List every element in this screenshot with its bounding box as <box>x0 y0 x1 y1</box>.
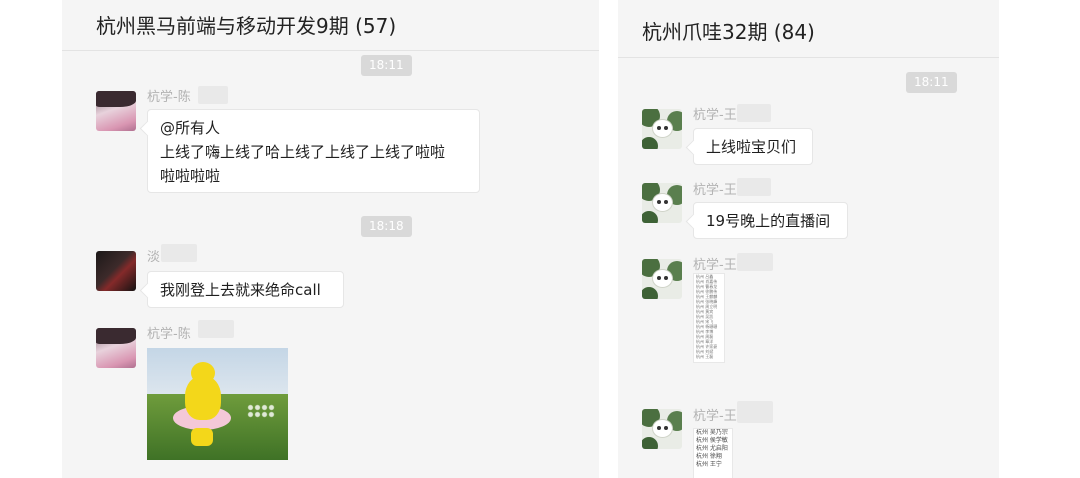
chat-header: 杭州爪哇32期 (84) <box>618 0 999 58</box>
chat-header: 杭州黑马前端与移动开发9期 (57) <box>62 0 599 51</box>
chat-window-right: 杭州爪哇32期 (84) 18:11 杭学-王 上线啦宝贝们 杭学-王 19号晚… <box>618 0 999 478</box>
redacted-name <box>737 178 771 196</box>
message-text-line: 19号晚上的直播间 <box>706 212 831 230</box>
redacted-name <box>198 320 234 338</box>
list-row: 杭州 吴乃宗 <box>696 429 728 436</box>
redacted-name <box>737 104 771 122</box>
redacted-name <box>161 244 197 262</box>
name-list-image[interactable]: 杭州 吕鑫 杭州 肖嘉伟 杭州 曹春龙 杭州 徐鹏伟 杭州 王麒麟 杭州 张晓峰 杭州 … <box>693 273 725 363</box>
message-text-line: 我刚登上去就来绝命call <box>160 281 321 299</box>
chat-title: 杭州爪哇32期 (84) <box>642 20 815 44</box>
avatar[interactable] <box>642 409 682 449</box>
sender-name: 杭学-王 <box>693 409 737 424</box>
list-row: 杭州 尤启阳 <box>696 445 728 452</box>
message-timestamp: 18:11 <box>361 55 412 76</box>
avatar[interactable] <box>642 109 682 149</box>
message-bubble[interactable]: 上线啦宝贝们 <box>693 128 813 165</box>
avatar[interactable] <box>96 328 136 368</box>
message-bubble[interactable]: 我刚登上去就来绝命call <box>147 271 344 308</box>
message-timestamp: 18:11 <box>906 72 957 93</box>
list-row: 杭州 徐翔 <box>696 453 722 460</box>
name-list-image[interactable]: 杭州 吴乃宗 杭州 侯学敏 杭州 尤启阳 杭州 徐翔 杭州 王宁 <box>693 428 733 478</box>
sender-name: 杭学-陈 <box>147 90 191 105</box>
message-timestamp: 18:18 <box>361 216 412 237</box>
message-text-line: 啦啦啦啦 <box>160 167 221 185</box>
list-row: 杭州 王宁 <box>696 461 722 468</box>
avatar[interactable] <box>96 251 136 291</box>
chat-title: 杭州黑马前端与移动开发9期 (57) <box>96 14 397 38</box>
sender-name: 杭学-王 <box>693 183 737 198</box>
redacted-name <box>737 401 773 423</box>
teletubby-dancing-image[interactable] <box>147 348 288 460</box>
sender-name: 杭学-王 <box>693 108 737 123</box>
avatar[interactable] <box>642 259 682 299</box>
message-text-line: @所有人 <box>160 119 221 137</box>
avatar[interactable] <box>96 91 136 131</box>
avatar[interactable] <box>642 183 682 223</box>
message-text-line: 上线啦宝贝们 <box>706 138 797 156</box>
sender-name: 淡 <box>147 250 161 265</box>
message-bubble[interactable]: @所有人 上线了嗨上线了哈上线了上线了上线了啦啦 啦啦啦啦 <box>147 109 480 193</box>
message-bubble[interactable]: 19号晚上的直播间 <box>693 202 848 239</box>
list-row: 杭州 侯学敏 <box>696 437 728 444</box>
sender-name: 杭学-王 <box>693 258 737 273</box>
redacted-name <box>737 253 773 271</box>
redacted-name <box>198 86 228 104</box>
sender-name: 杭学-陈 <box>147 327 191 342</box>
chat-window-left: 杭州黑马前端与移动开发9期 (57) 18:11 杭学-陈 @所有人 上线了嗨上… <box>62 0 599 478</box>
message-text-line: 上线了嗨上线了哈上线了上线了上线了啦啦 <box>160 143 446 161</box>
